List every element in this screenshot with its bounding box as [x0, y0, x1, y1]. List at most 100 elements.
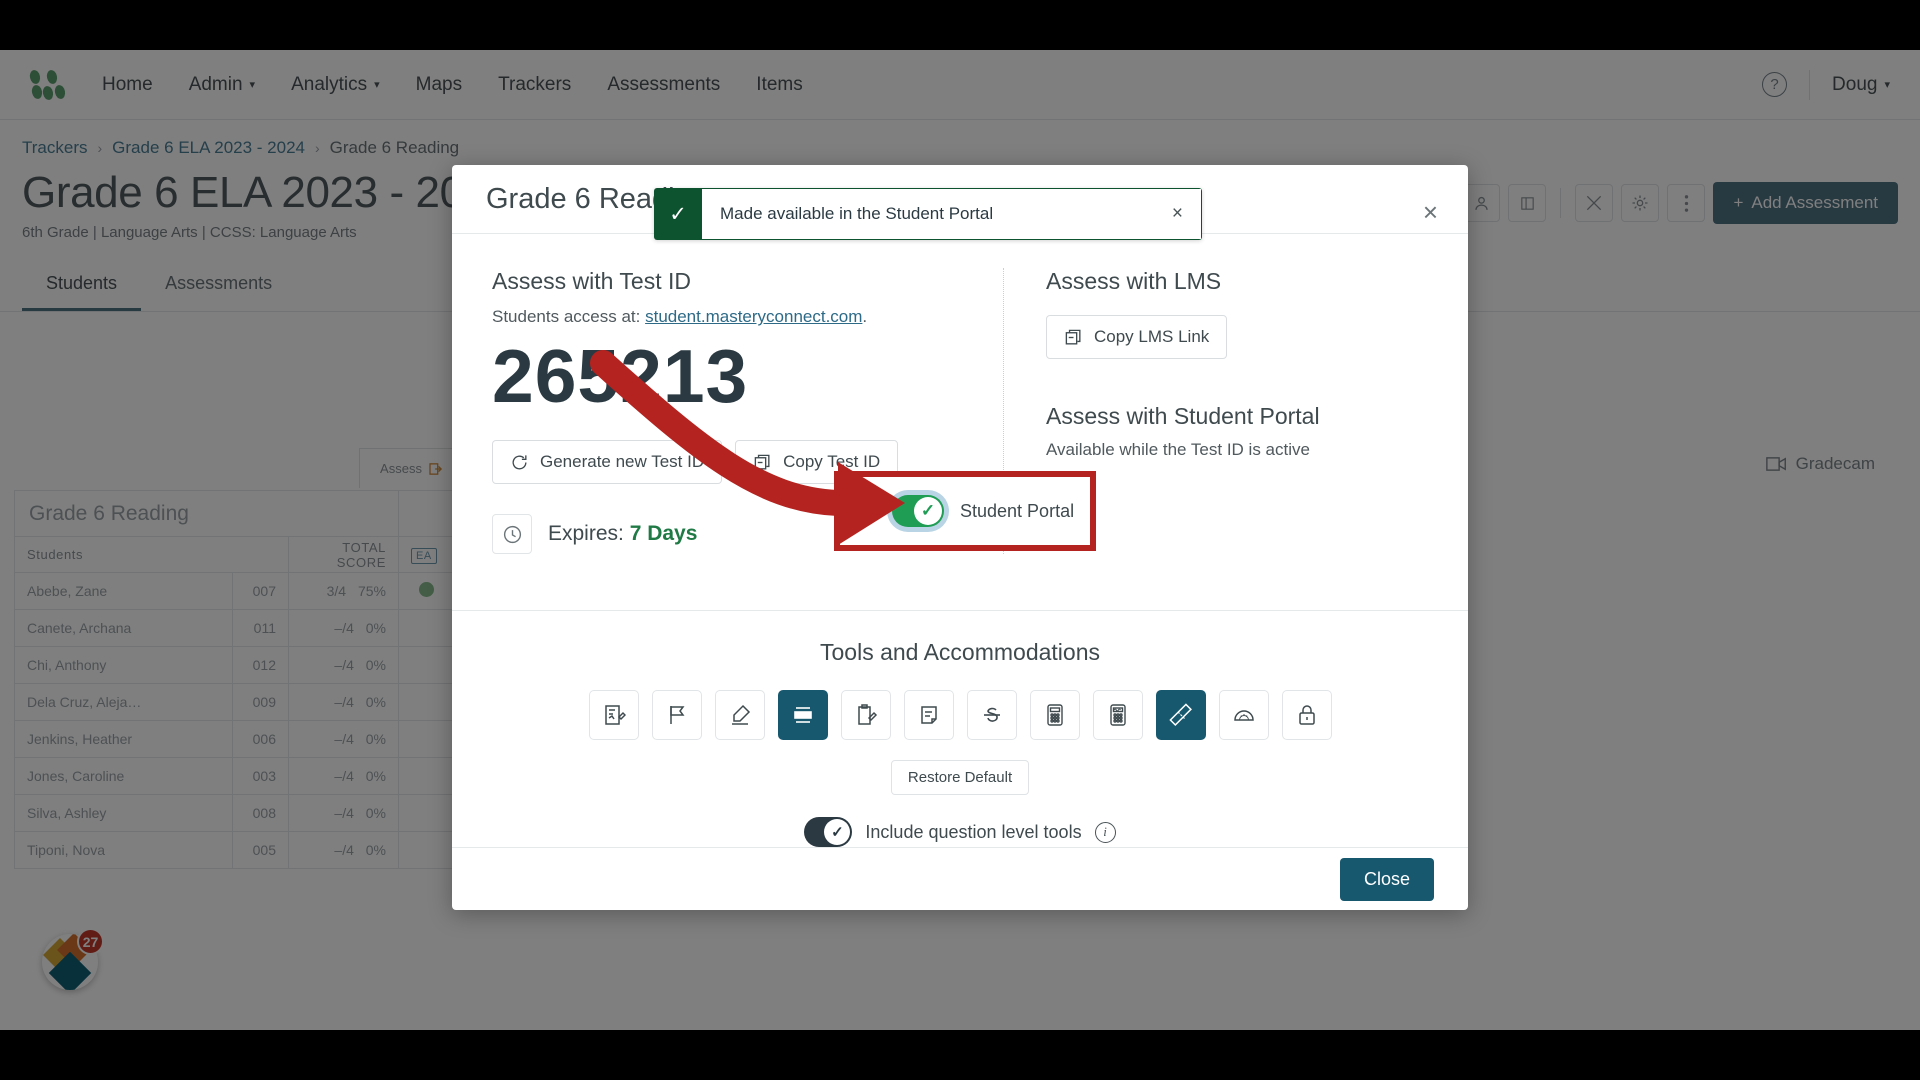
panel-icon[interactable]: [1508, 184, 1547, 222]
chevron-down-icon: ▾: [249, 79, 256, 91]
student-portal-link[interactable]: student.masteryconnect.com: [645, 307, 862, 326]
col-ea: EA: [398, 536, 456, 573]
breadcrumb-item-tracker[interactable]: Grade 6 ELA 2023 - 2024: [112, 138, 305, 158]
assess-arrow-icon: [429, 462, 443, 475]
nav-label: Analytics: [291, 73, 368, 95]
student-score: –/4 0%: [288, 720, 399, 758]
copy-lms-link-button[interactable]: Copy LMS Link: [1046, 315, 1228, 360]
student-name: Jenkins, Heather: [14, 720, 233, 758]
mastery-dot-cell: [398, 572, 456, 610]
chevron-down-icon: ▾: [1884, 79, 1890, 91]
flag-icon[interactable]: [651, 690, 702, 741]
nav-item-trackers[interactable]: Trackers: [498, 74, 571, 96]
highlighter-icon[interactable]: [714, 690, 765, 741]
assess-modal: Grade 6 Reading × Assess with Test ID St…: [452, 165, 1468, 910]
generate-new-test-id-button[interactable]: Generate new Test ID: [492, 440, 723, 485]
student-score: –/4 0%: [288, 794, 399, 832]
close-icon[interactable]: ×: [1423, 199, 1438, 225]
nav-item-assessments[interactable]: Assessments: [607, 74, 720, 96]
chevron-down-icon: ▾: [374, 79, 380, 91]
lock-icon[interactable]: [1281, 690, 1332, 741]
student-icon[interactable]: [1462, 184, 1501, 222]
scientific-calculator-icon[interactable]: [1092, 690, 1143, 741]
mastery-dot-cell: [398, 609, 456, 647]
help-resource-widget[interactable]: 27: [42, 928, 104, 990]
gradecam-button[interactable]: Gradecam: [1751, 445, 1890, 483]
basic-calculator-icon[interactable]: [1029, 690, 1080, 741]
access-prefix: Students access at:: [492, 307, 646, 327]
test-id-heading: Assess with Test ID: [492, 268, 691, 295]
toast-body: Made available in the Student Portal ×: [702, 188, 1202, 240]
gradecam-label: Gradecam: [1795, 454, 1875, 473]
student-portal-note: Available while the Test ID is active: [1046, 440, 1310, 460]
student-name: Chi, Anthony: [14, 646, 233, 684]
info-icon[interactable]: i: [1094, 821, 1116, 843]
student-name: Jones, Caroline: [14, 757, 233, 795]
tools-heading: Tools and Accommodations: [820, 639, 1100, 666]
help-glyph: ?: [1770, 76, 1779, 93]
gear-icon[interactable]: [1621, 184, 1660, 222]
tab-students[interactable]: Students: [22, 263, 142, 311]
more-options-icon[interactable]: [1667, 184, 1706, 222]
score-fraction: –/4: [334, 731, 354, 747]
toast-close-icon[interactable]: ×: [1172, 203, 1183, 225]
breadcrumb-item-current: Grade 6 Reading: [329, 138, 460, 157]
masteryconnect-logo-icon[interactable]: [28, 68, 67, 101]
nav-item-analytics[interactable]: Analytics ▾: [291, 74, 380, 96]
refresh-icon: [512, 455, 527, 470]
divider: [1560, 188, 1562, 218]
add-assessment-label: Add Assessment: [1751, 193, 1878, 212]
notepad-pencil-icon[interactable]: [588, 690, 639, 741]
assess-column-chip[interactable]: Assess: [359, 448, 464, 488]
nav-label: Trackers: [498, 73, 572, 95]
tab-label: Students: [46, 273, 118, 293]
nav-item-maps[interactable]: Maps: [416, 74, 462, 96]
student-id: 011: [232, 609, 289, 647]
user-menu[interactable]: Doug ▾: [1832, 74, 1890, 96]
screen: Home Admin ▾ Analytics ▾ Maps Trackers A…: [0, 0, 1920, 1080]
copy-lms-label: Copy LMS Link: [1094, 327, 1210, 347]
clipboard-pencil-icon[interactable]: [840, 690, 891, 741]
student-id: 006: [232, 720, 289, 758]
expires-value: 7 Days: [629, 522, 698, 546]
test-id-code: 265213: [492, 334, 749, 419]
breadcrumb-item-trackers[interactable]: Trackers: [22, 138, 88, 158]
line-reader-icon[interactable]: [777, 690, 828, 741]
close-button[interactable]: Close: [1339, 857, 1434, 901]
score-percent: 0%: [365, 731, 386, 747]
edit-tools-icon[interactable]: [1575, 184, 1614, 222]
col-total-score: TOTAL SCORE: [288, 536, 399, 573]
add-assessment-button[interactable]: + Add Assessment: [1713, 182, 1898, 224]
question-level-tools-row: ✓ Include question level tools i: [492, 817, 1428, 848]
expires-text: Expires: 7 Days: [548, 522, 697, 546]
strikethrough-icon[interactable]: [966, 690, 1017, 741]
notification-badge: 27: [77, 928, 104, 955]
nav-item-admin[interactable]: Admin ▾: [189, 74, 255, 96]
question-level-tools-toggle[interactable]: ✓: [804, 817, 853, 848]
student-id: 009: [232, 683, 289, 721]
student-portal-toggle[interactable]: ✓: [892, 495, 944, 528]
student-name: Abebe, Zane: [14, 572, 233, 610]
nav-item-home[interactable]: Home: [102, 74, 153, 96]
mastery-dot-cell: [398, 794, 456, 832]
sticky-note-icon[interactable]: [903, 690, 954, 741]
restore-default-button[interactable]: Restore Default: [890, 760, 1030, 796]
question-level-tools-label: Include question level tools: [865, 821, 1082, 842]
nav-item-items[interactable]: Items: [756, 74, 802, 96]
student-score: 3/4 75%: [288, 572, 399, 610]
score-percent: 0%: [365, 657, 386, 673]
mastery-dot-cell: [398, 720, 456, 758]
protractor-icon[interactable]: [1218, 690, 1269, 741]
breadcrumb-separator: ›: [314, 140, 320, 156]
student-portal-toggle-label: Student Portal: [960, 500, 1075, 521]
score-fraction: –/4: [334, 768, 354, 784]
score-percent: 0%: [365, 694, 386, 710]
score-fraction: –/4: [334, 805, 354, 821]
tab-assessments[interactable]: Assessments: [141, 263, 296, 311]
top-navigation: Home Admin ▾ Analytics ▾ Maps Trackers A…: [0, 50, 1920, 120]
ruler-icon[interactable]: [1155, 690, 1206, 741]
help-icon[interactable]: ?: [1762, 72, 1788, 97]
score-fraction: –/4: [334, 694, 354, 710]
breadcrumb-separator: ›: [97, 140, 103, 156]
nav-label: Assessments: [607, 73, 721, 95]
